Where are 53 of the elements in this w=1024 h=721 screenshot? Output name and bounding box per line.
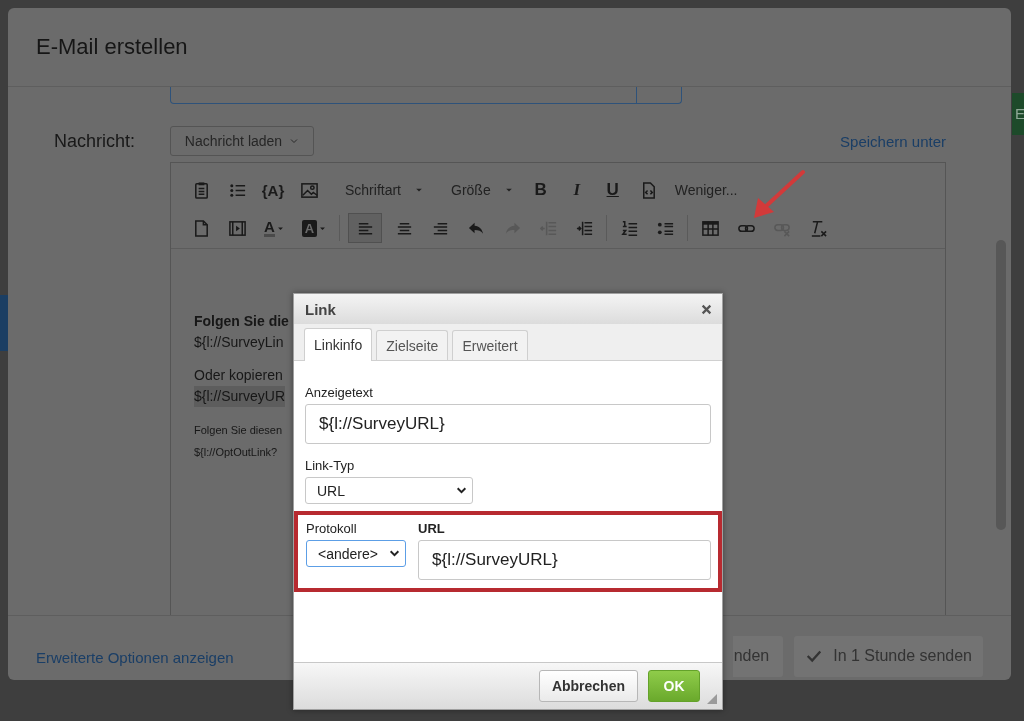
ok-button[interactable]: OK <box>648 670 700 702</box>
font-dropdown[interactable]: Schriftart <box>331 182 429 198</box>
image-icon <box>299 180 319 200</box>
message-label: Nachricht: <box>54 130 137 152</box>
chevron-icon <box>389 548 400 559</box>
editor-text: Folgen Sie die <box>194 312 289 331</box>
dialog-title: Link <box>305 300 336 318</box>
save-as-link[interactable]: Speichern unter <box>840 132 946 150</box>
tab[interactable]: Linkinfo <box>304 328 373 361</box>
pointer-arrow <box>754 170 805 218</box>
side-button[interactable]: E <box>1012 93 1024 135</box>
resize-grip-icon <box>707 694 717 704</box>
background-color-button[interactable]: A <box>296 219 332 237</box>
font-dropdown[interactable]: Größe <box>437 182 519 198</box>
chevron-icon <box>456 485 467 496</box>
less-button[interactable]: Weniger... <box>670 182 742 198</box>
caret-icon <box>504 186 513 194</box>
caret-icon <box>276 224 284 232</box>
variable-button[interactable]: {A} <box>259 175 287 205</box>
chevron-icon <box>289 136 300 146</box>
url-field[interactable]: ${l://SurveyURL} <box>418 540 711 580</box>
table-icon <box>700 218 720 238</box>
caret-icon <box>415 186 423 194</box>
display-text-field[interactable]: ${l://SurveyURL} <box>305 404 711 444</box>
close-icon <box>701 303 712 315</box>
video-icon <box>227 218 247 238</box>
italic-button[interactable]: I <box>562 175 591 205</box>
close-button[interactable] <box>701 303 712 315</box>
link-type-select[interactable]: URL <box>305 477 473 504</box>
field-label: Link-Typ <box>305 458 356 474</box>
subject-field[interactable] <box>170 87 682 104</box>
editor-text: ${l://OptOutLink? <box>194 445 278 460</box>
tab[interactable]: Erweitert <box>452 330 528 360</box>
cancel-button[interactable]: Abbrechen <box>538 670 638 702</box>
editor-text: Oder kopieren <box>194 366 283 385</box>
nav-highlight <box>0 295 8 351</box>
text-color-button[interactable]: A <box>259 219 289 237</box>
caret-icon <box>319 224 327 232</box>
editor-text: Folgen Sie diesen <box>194 423 283 438</box>
advanced-options-link[interactable]: Erweiterte Optionen anzeigen <box>36 648 234 666</box>
tab[interactable]: Zielseite <box>376 330 449 360</box>
numbered-list-icon <box>619 218 639 238</box>
window-title: E-Mail erstellen <box>36 34 188 60</box>
editor-text: ${l://SurveyLin <box>194 333 284 352</box>
protocol-select[interactable]: <andere> <box>306 540 406 567</box>
field-label: Anzeigetext <box>305 385 374 401</box>
underline-button[interactable]: U <box>598 175 627 205</box>
editor-text: ${l://SurveyUR <box>194 386 286 407</box>
field-label: Protokoll <box>306 521 358 537</box>
align-left-button[interactable] <box>348 213 383 243</box>
bold-button[interactable]: B <box>526 175 555 205</box>
field-label: URL <box>418 521 446 537</box>
load-dropdown[interactable]: Nachricht laden <box>170 126 314 156</box>
